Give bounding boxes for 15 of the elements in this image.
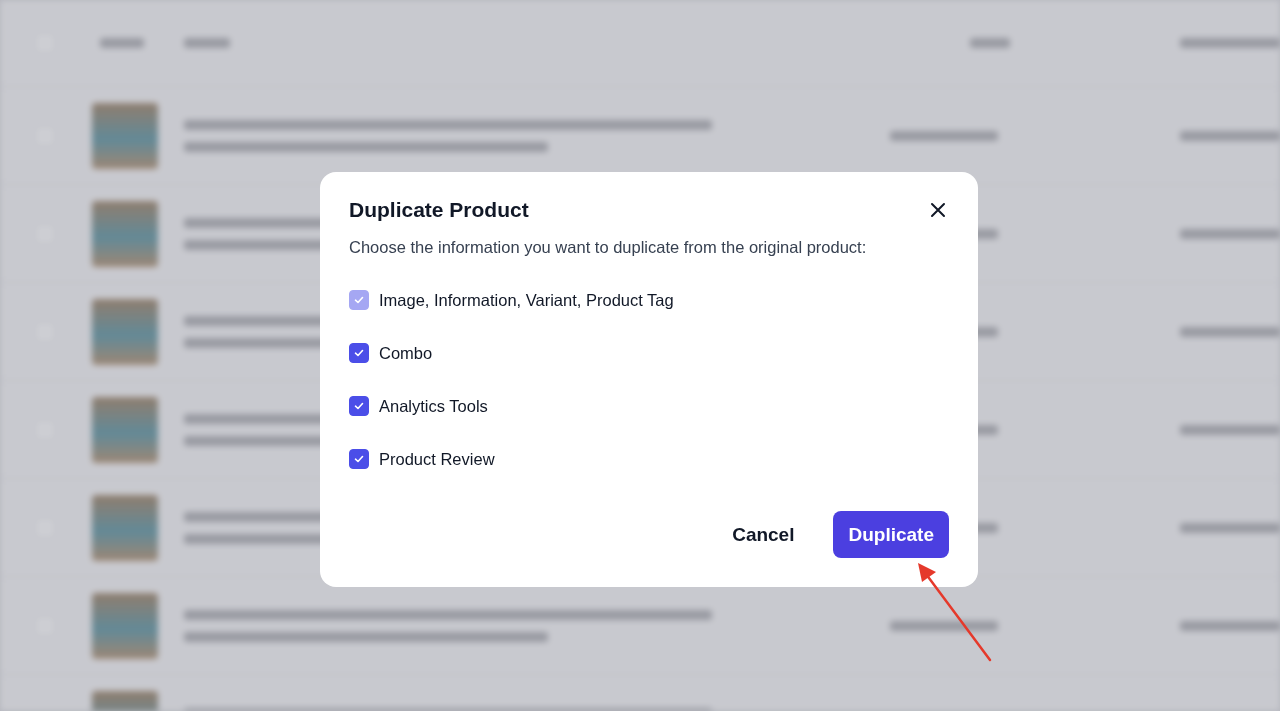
checkbox-label: Combo (379, 343, 433, 363)
checkbox-label: Product Review (379, 449, 495, 469)
checkbox-label: Analytics Tools (379, 396, 488, 416)
check-icon (353, 400, 365, 412)
checkbox[interactable] (349, 396, 369, 416)
check-icon (353, 347, 365, 359)
check-icon (353, 453, 365, 465)
duplicate-button[interactable]: Duplicate (833, 511, 949, 558)
checkbox[interactable] (349, 449, 369, 469)
dialog-description: Choose the information you want to duplicate from the original product: (349, 238, 868, 257)
checkbox-label: Image, Information, Variant, Product Tag (379, 290, 674, 310)
checkbox[interactable] (349, 343, 369, 363)
cancel-button[interactable]: Cancel (717, 511, 810, 558)
dialog-title: Duplicate Product (349, 198, 529, 222)
close-icon[interactable] (928, 200, 948, 220)
